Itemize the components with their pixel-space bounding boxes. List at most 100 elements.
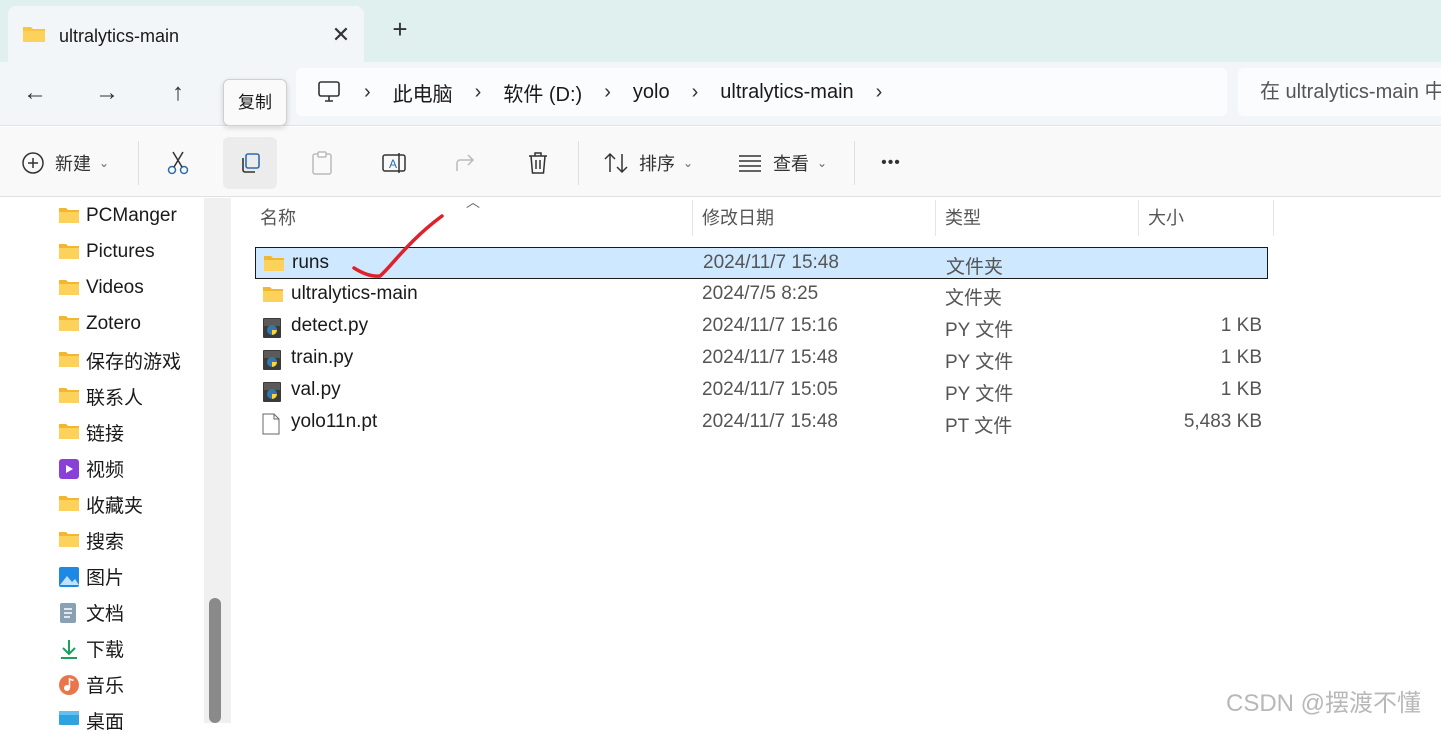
view-list-icon (738, 155, 761, 172)
file-type: PY 文件 (945, 384, 1014, 405)
breadcrumb-separator[interactable]: › (604, 81, 611, 104)
watermark: CSDN @摆渡不懂 (1226, 690, 1422, 717)
sidebar-item[interactable]: 联系人 (58, 381, 143, 411)
red-checkmark-annotation (352, 214, 444, 278)
title-bar: ultralytics-main ✕ + (0, 0, 1441, 62)
paste-button[interactable] (295, 137, 349, 189)
file-name: detect.py (291, 315, 369, 336)
table-row[interactable]: yolo11n.pt 2024/11/7 15:48 PT 文件 5,483 KB (255, 407, 1268, 439)
folder-icon (263, 254, 285, 278)
sidebar-item-label: 链接 (86, 423, 125, 445)
sidebar-item[interactable]: Zotero (58, 309, 141, 339)
folder-icon (58, 314, 80, 334)
download-icon (58, 638, 80, 659)
folder-icon (58, 494, 80, 514)
sidebar-scrollbar-thumb[interactable] (209, 598, 221, 723)
sidebar-item-label: 图片 (86, 567, 125, 589)
file-type: PY 文件 (945, 320, 1014, 341)
sidebar-item-label: Zotero (86, 313, 141, 334)
chevron-down-icon: ⌄ (98, 156, 110, 170)
plus-circle-icon (22, 152, 44, 174)
sidebar-item[interactable]: 搜索 (58, 525, 124, 555)
new-button-label: 新建 (54, 154, 91, 174)
modified-date: 2024/11/7 15:48 (702, 411, 838, 432)
modified-date: 2024/11/7 15:48 (703, 252, 839, 273)
python-file-icon (262, 317, 282, 345)
column-divider[interactable] (1273, 200, 1274, 236)
copy-tooltip: 复制 (223, 79, 287, 126)
breadcrumb[interactable]: › 此电脑 › 软件 (D:) › yolo › ultralytics-mai… (296, 68, 1227, 116)
python-file-icon (262, 381, 282, 409)
python-file-icon (262, 349, 282, 377)
column-header-name[interactable]: 名称 (250, 198, 692, 238)
file-size: 1 KB (1220, 315, 1262, 336)
share-button[interactable] (439, 137, 493, 189)
table-row[interactable]: val.py 2024/11/7 15:05 PY 文件 1 KB (255, 375, 1268, 407)
sidebar-item-label: 搜索 (86, 531, 125, 553)
breadcrumb-separator[interactable]: › (364, 81, 371, 104)
cut-button[interactable] (151, 137, 205, 189)
delete-button[interactable] (511, 137, 565, 189)
divider (138, 141, 139, 185)
breadcrumb-yolo[interactable]: yolo (633, 81, 670, 104)
computer-icon[interactable] (316, 79, 342, 105)
breadcrumb-this-pc[interactable]: 此电脑 (393, 78, 453, 107)
file-name: train.py (291, 347, 354, 368)
modified-date: 2024/11/7 15:05 (702, 379, 838, 400)
search-input[interactable]: 在 ultralytics-main 中搜索 (1238, 68, 1441, 116)
sidebar-item[interactable]: 链接 (58, 417, 124, 447)
folder-icon (58, 386, 80, 406)
column-header-size[interactable]: 大小 (1138, 198, 1273, 238)
up-button[interactable]: ↑ (156, 74, 200, 114)
sidebar-item[interactable]: PCManger (58, 201, 177, 231)
sidebar-item[interactable]: 音乐 (58, 669, 124, 699)
folder-icon (58, 278, 80, 298)
breadcrumb-drive-d[interactable]: 软件 (D:) (503, 78, 582, 107)
table-row[interactable]: train.py 2024/11/7 15:48 PY 文件 1 KB (255, 343, 1268, 375)
file-type: PY 文件 (945, 352, 1014, 373)
column-header-date[interactable]: 修改日期 (692, 198, 935, 238)
sidebar-item[interactable]: 图片 (58, 561, 124, 591)
modified-date: 2024/11/7 15:16 (702, 315, 838, 336)
copy-button[interactable] (223, 137, 277, 189)
sidebar-item[interactable]: Pictures (58, 237, 155, 267)
trash-icon (529, 152, 547, 174)
address-bar-area: ← → ↑ 复制 › 此电脑 › 软件 (D:) › yolo › ultral… (0, 62, 1441, 126)
sidebar-item-label: 下载 (86, 639, 125, 661)
sidebar-item-label: 联系人 (86, 387, 144, 409)
sort-button[interactable]: 排序 ⌄ (592, 137, 704, 189)
breadcrumb-separator[interactable]: › (692, 81, 699, 104)
close-tab-button[interactable]: ✕ (326, 20, 356, 50)
new-tab-button[interactable]: + (384, 14, 416, 46)
forward-button[interactable]: → (85, 74, 129, 114)
file-icon (262, 413, 280, 441)
new-button[interactable]: 新建 ⌄ (10, 137, 120, 189)
breadcrumb-ultralytics-main[interactable]: ultralytics-main (720, 81, 853, 104)
breadcrumb-separator[interactable]: › (475, 81, 482, 104)
modified-date: 2024/11/7 15:48 (702, 347, 838, 368)
rename-button[interactable]: A (367, 137, 421, 189)
more-options-button[interactable]: ••• (866, 137, 916, 189)
sidebar-item[interactable]: 收藏夹 (58, 489, 143, 519)
navigation-pane: PCManger Pictures Videos Zotero 保存的游戏联系人链接视频… (0, 198, 204, 733)
breadcrumb-separator[interactable]: › (876, 81, 883, 104)
table-row[interactable]: detect.py 2024/11/7 15:16 PY 文件 1 KB (255, 311, 1268, 343)
folder-icon (262, 285, 284, 309)
sidebar-item[interactable]: 保存的游戏 (58, 345, 181, 375)
back-button[interactable]: ← (13, 74, 57, 114)
view-button[interactable]: 查看 ⌄ (726, 137, 838, 189)
sidebar-item[interactable]: 下载 (58, 633, 124, 663)
sidebar-item[interactable]: Videos (58, 273, 144, 303)
sidebar-item[interactable]: 桌面 (58, 705, 124, 735)
column-header-type[interactable]: 类型 (935, 198, 1138, 238)
folder-icon (58, 242, 80, 262)
sidebar-item-label: PCManger (86, 205, 177, 226)
sidebar-item[interactable]: 文档 (58, 597, 124, 627)
tab-ultralytics-main[interactable]: ultralytics-main ✕ (8, 6, 364, 62)
sidebar-item-label: Pictures (86, 241, 155, 262)
sort-icon (604, 152, 628, 174)
table-row[interactable]: ultralytics-main 2024/7/5 8:25 文件夹 (255, 279, 1268, 311)
document-icon (58, 602, 80, 623)
sidebar-item[interactable]: 视频 (58, 453, 124, 483)
file-size: 5,483 KB (1183, 411, 1262, 432)
